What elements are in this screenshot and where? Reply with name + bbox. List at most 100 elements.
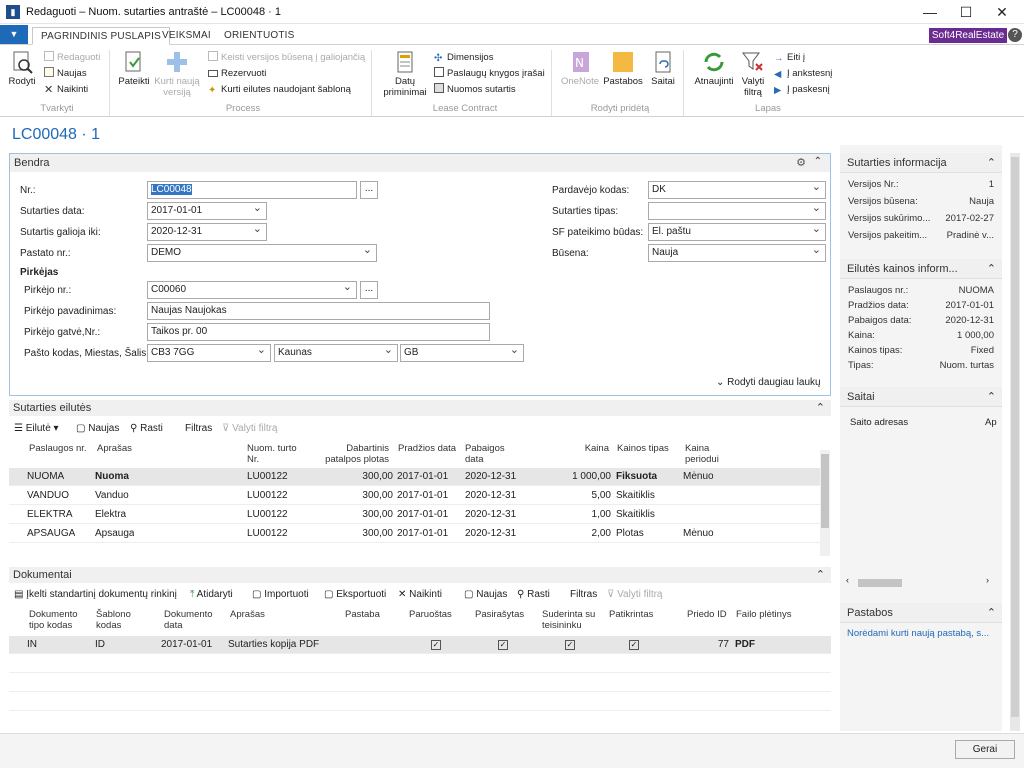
col-doc-tipas[interactable]: Dokumento tipo kodas <box>29 609 78 631</box>
importuoti-button[interactable]: ▢ Importuoti <box>252 587 309 603</box>
docs-naujas-button[interactable]: ▢ Naujas <box>464 587 507 603</box>
galioja-input[interactable]: 2020-12-31 <box>147 223 267 241</box>
pirkejo-nr-input[interactable]: C00060 <box>147 281 357 299</box>
col-paruostas[interactable]: Paruoštas <box>409 609 452 620</box>
links-h-scrollbar[interactable]: ‹ › <box>846 575 996 589</box>
table-row[interactable]: VANDUO Vanduo LU00122 300,00 2017-01-01 … <box>9 487 820 505</box>
ikelti-rinkini-button[interactable]: ▤ Įkelti standartinį dokumentų rinkinį <box>14 587 177 603</box>
col-pastaba[interactable]: Pastaba <box>345 609 380 620</box>
scrollbar-thumb[interactable] <box>1011 157 1019 717</box>
pasto-kodas-input[interactable]: CB3 7GG <box>147 344 271 362</box>
col-periodas[interactable]: Kaina periodui <box>685 443 719 465</box>
new-note-link[interactable]: Norėdami kurti naują pastabą, s... <box>847 628 997 639</box>
pirkejo-pav-input[interactable]: Naujas Naujokas <box>147 302 490 320</box>
table-row[interactable]: ELEKTRA Elektra LU00122 300,00 2017-01-0… <box>9 506 820 524</box>
col-sablonas[interactable]: Šablono kodas <box>96 609 131 631</box>
settings-icon[interactable]: ⚙ <box>796 156 806 169</box>
col-priedo[interactable]: Priedo ID <box>687 609 727 620</box>
table-row[interactable]: NUOMA Nuoma LU00122 300,00 2017-01-01 20… <box>9 468 820 486</box>
kurti-versija-button[interactable]: Kurti naują versiją <box>152 50 202 98</box>
documents-header[interactable]: Dokumentai ⌃ <box>9 567 831 583</box>
table-row[interactable]: IN ID 2017-01-01 Sutarties kopija PDF ✓ … <box>9 636 831 654</box>
pateikti-button[interactable]: Pateikti <box>116 50 152 87</box>
contract-lines-header[interactable]: Sutarties eilutės ⌃ <box>9 400 831 416</box>
general-header[interactable]: Bendra <box>10 154 830 172</box>
tab-orientuotis[interactable]: ORIENTUOTIS <box>216 27 303 45</box>
table-row[interactable]: APSAUGA Apsauga LU00122 300,00 2017-01-0… <box>9 525 820 543</box>
col-plotas[interactable]: Dabartinis patalpos plotas <box>309 443 389 465</box>
saitai-button[interactable]: Saitai <box>646 50 680 87</box>
redaguoti-button[interactable]: Redaguoti <box>44 50 100 66</box>
atnaujinti-button[interactable]: Atnaujinti <box>692 50 736 87</box>
naujas-button[interactable]: Naujas <box>44 66 87 82</box>
docs-valyti-filtra-button[interactable]: ⊽ Valyti filtrą <box>607 587 663 603</box>
paslaugu-knygos-button[interactable]: Paslaugų knygos įrašai <box>434 66 545 82</box>
ok-button[interactable]: Gerai <box>955 740 1015 759</box>
onenote-button[interactable]: N OneNote <box>558 50 602 87</box>
nuomos-sutartis-button[interactable]: Nuomos sutartis <box>434 82 516 98</box>
scroll-right-icon[interactable]: › <box>986 575 989 585</box>
sutarties-data-input[interactable]: 2017-01-01 <box>147 202 267 220</box>
collapse-icon[interactable]: ⌃ <box>987 387 996 407</box>
docs-naikinti-button[interactable]: ✕ Naikinti <box>398 587 442 603</box>
links-header[interactable]: Saitai ⌃ <box>840 387 1002 407</box>
collapse-icon[interactable]: ⌃ <box>816 567 825 583</box>
paruostas-checkbox[interactable]: ✓ <box>431 636 441 654</box>
patikrintas-checkbox[interactable]: ✓ <box>629 636 639 654</box>
rodyti-button[interactable]: Rodyti <box>6 50 38 87</box>
lines-scrollbar[interactable] <box>820 450 830 556</box>
collapse-icon[interactable]: ⌃ <box>814 156 822 167</box>
valyti-filtra-button[interactable]: Valyti filtrą <box>736 50 770 98</box>
col-nr[interactable]: Paslaugos nr. <box>29 443 87 454</box>
collapse-icon[interactable]: ⌃ <box>987 153 996 173</box>
scrollbar-thumb[interactable] <box>821 454 829 528</box>
eksportuoti-button[interactable]: ▢ Eksportuoti <box>324 587 386 603</box>
col-doc-data[interactable]: Dokumento data <box>164 609 213 631</box>
sf-input[interactable]: El. paštu <box>648 223 826 241</box>
nr-lookup-button[interactable]: ... <box>360 181 378 199</box>
ankstesni-button[interactable]: ◀ Į ankstesnį <box>774 66 832 82</box>
line-price-header[interactable]: Eilutės kainos inform... ⌃ <box>840 259 1002 279</box>
paskesni-button[interactable]: ▶ Į paskesnį <box>774 82 830 98</box>
miestas-input[interactable]: Kaunas <box>274 344 398 362</box>
notes-header[interactable]: Pastabos ⌃ <box>840 603 1002 623</box>
show-more-fields-link[interactable]: ⌄ Rodyti daugiau laukų <box>716 377 821 388</box>
pastato-input[interactable]: DEMO <box>147 244 377 262</box>
pirkejo-gatve-input[interactable]: Taikos pr. 00 <box>147 323 490 341</box>
tab-veiksmai[interactable]: VEIKSMAI <box>154 27 219 45</box>
close-button[interactable]: ✕ <box>984 2 1020 22</box>
col-kaina[interactable]: Kaina <box>549 443 609 454</box>
collapse-icon[interactable]: ⌃ <box>987 603 996 623</box>
salis-input[interactable]: GB <box>400 344 524 362</box>
lines-filtras-button[interactable]: Filtras <box>185 421 212 437</box>
datu-priminimai-button[interactable]: Datų priminimai <box>380 50 430 98</box>
col-pabaigos[interactable]: Pabaigos data <box>465 443 505 465</box>
pasirasytas-checkbox[interactable]: ✓ <box>498 636 508 654</box>
tab-pagrindinis[interactable]: PAGRINDINIS PUSLAPIS <box>32 27 170 45</box>
docs-rasti-button[interactable]: ⚲ Rasti <box>517 587 550 603</box>
eilute-menu-button[interactable]: ☰ Eilutė ▾ <box>14 421 59 437</box>
nr-input[interactable]: LC00048 <box>147 181 357 199</box>
col-pasirasytas[interactable]: Pasirašytas <box>475 609 524 620</box>
suderinta-checkbox[interactable]: ✓ <box>565 636 575 654</box>
col-patikrintas[interactable]: Patikrintas <box>609 609 653 620</box>
scrollbar-thumb[interactable] <box>858 579 902 587</box>
pirkejo-nr-lookup-button[interactable]: ... <box>360 281 378 299</box>
docs-filtras-button[interactable]: Filtras <box>570 587 597 603</box>
scroll-left-icon[interactable]: ‹ <box>846 575 849 585</box>
eiti-i-button[interactable]: → Eiti į <box>774 50 805 66</box>
naikinti-button[interactable]: ✕ Naikinti <box>44 82 88 98</box>
col-pradzios[interactable]: Pradžios data <box>398 443 456 454</box>
minimize-button[interactable]: — <box>912 2 948 22</box>
col-doc-aprasas[interactable]: Aprašas <box>230 609 265 620</box>
kurti-eilutes-button[interactable]: ✦ Kurti eilutes naudojant šabloną <box>208 82 351 98</box>
pastabos-button[interactable]: Pastabos <box>602 50 644 87</box>
keisti-busena-button[interactable]: Keisti versijos būseną į galiojančią <box>208 50 365 66</box>
help-icon[interactable]: ? <box>1008 28 1022 42</box>
col-failo[interactable]: Failo plėtinys <box>736 609 791 620</box>
dimensijos-button[interactable]: ✣ Dimensijos <box>434 50 493 66</box>
lines-rasti-button[interactable]: ⚲ Rasti <box>130 421 163 437</box>
col-suderinta[interactable]: Suderinta su teisininku <box>542 609 595 631</box>
collapse-icon[interactable]: ⌃ <box>816 400 825 416</box>
pardavejo-input[interactable]: DK <box>648 181 826 199</box>
